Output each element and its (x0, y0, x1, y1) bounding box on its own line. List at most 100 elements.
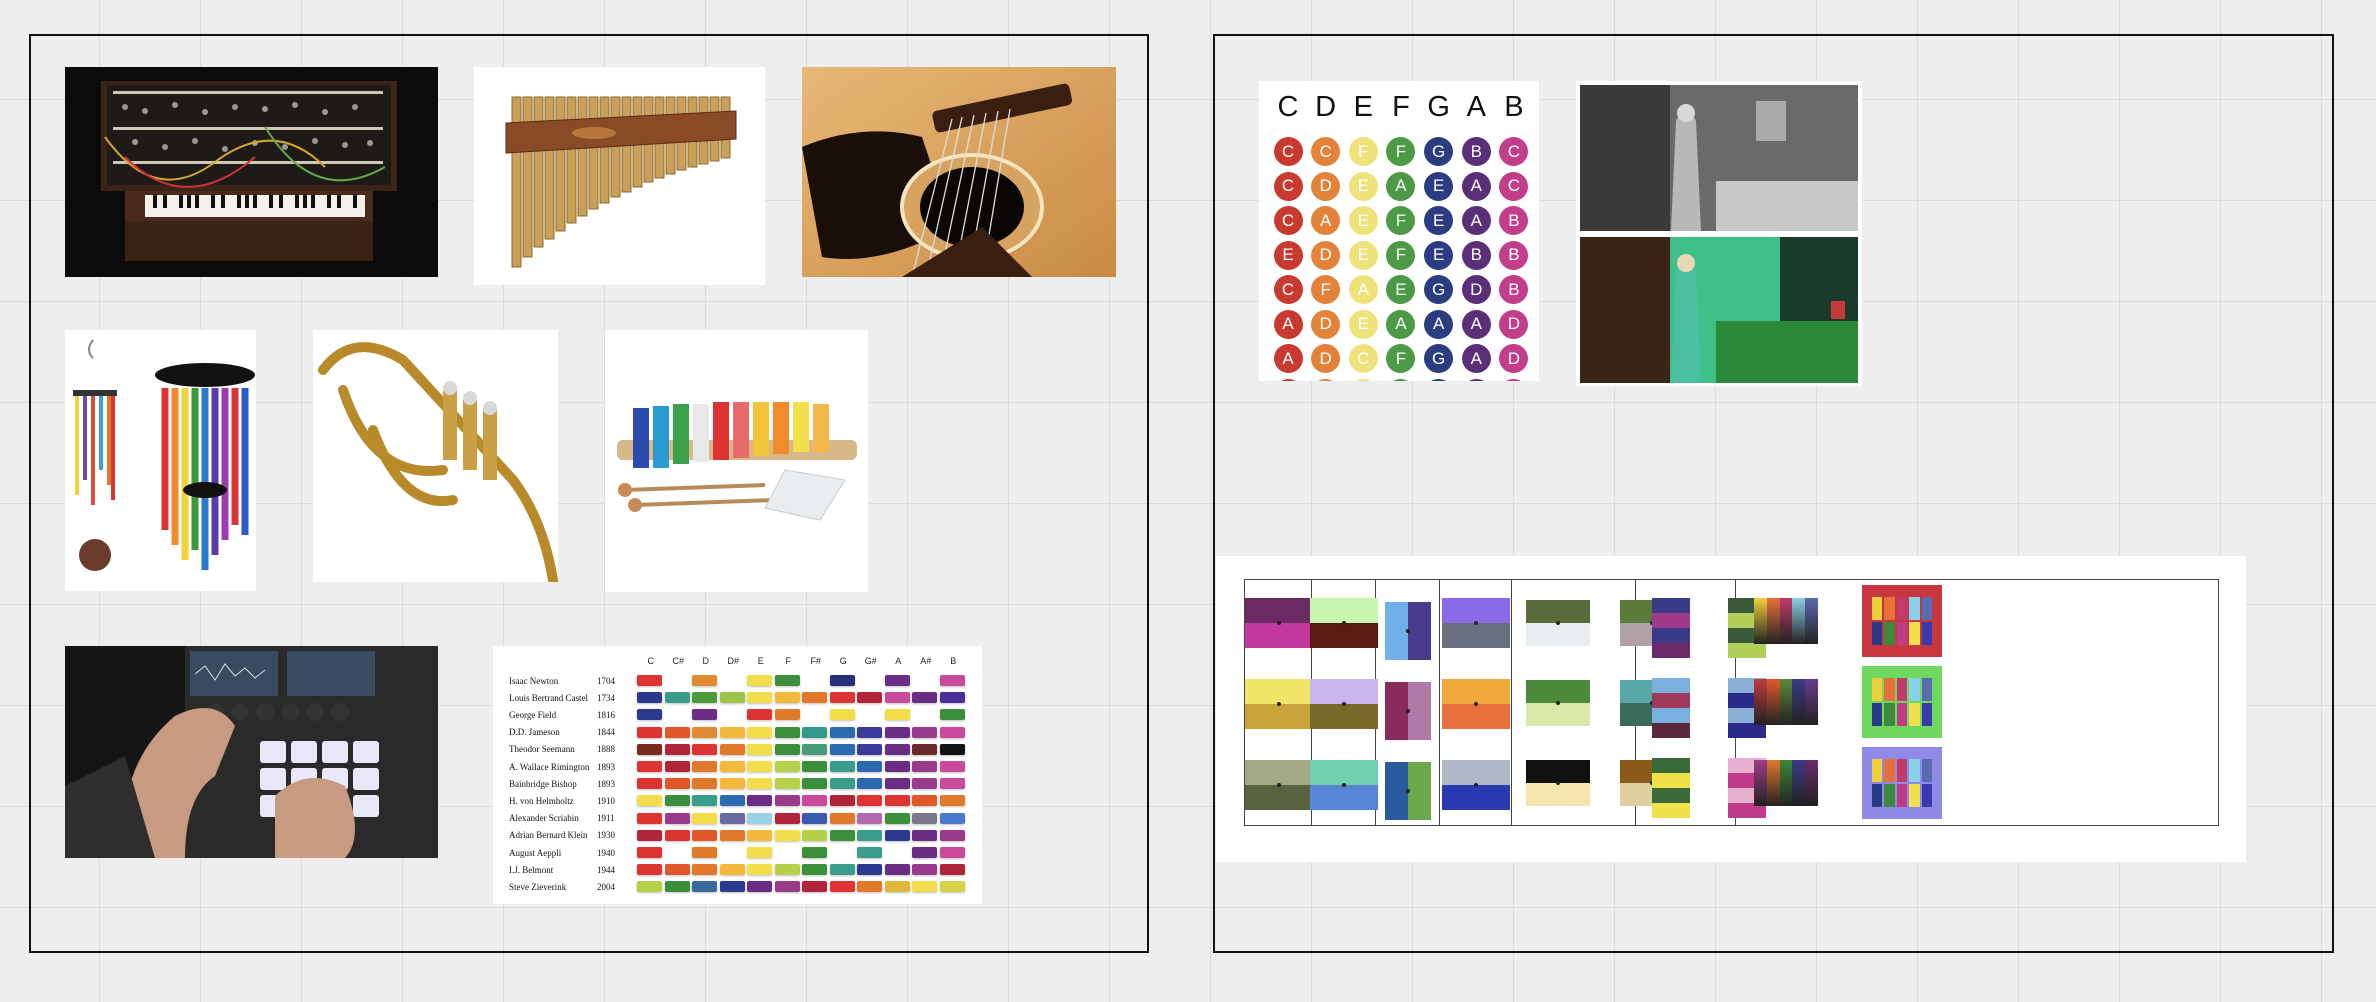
color-swatch (1652, 598, 1690, 658)
xylophone-image[interactable] (605, 330, 868, 592)
table-row: Bainbridge Bishop 1893 (509, 775, 967, 792)
color-cell (802, 881, 827, 893)
color-cell (774, 692, 800, 704)
note-color-chart[interactable]: CDEFGAB CCFFGBCCDEAEACCAEFEABEDEFEBBCFAE… (1259, 81, 1539, 381)
note-dot: B (1499, 275, 1529, 304)
column-header: D# (727, 656, 739, 666)
color-block (1862, 585, 1942, 657)
color-cell (857, 881, 882, 893)
color-cell (692, 709, 717, 721)
color-cell (720, 709, 745, 720)
color-cell (719, 761, 745, 772)
column-header: C (647, 656, 655, 666)
color-cell (637, 829, 662, 841)
note-dot: C (1273, 275, 1303, 304)
color-cell (939, 761, 965, 772)
color-cell (829, 881, 855, 893)
note-letter: F (1392, 91, 1410, 123)
color-swatch (1385, 762, 1431, 820)
color-swatch (1526, 680, 1590, 726)
note-dot: C (1273, 378, 1303, 381)
pan-flute-image[interactable] (474, 67, 765, 285)
color-cell (664, 726, 690, 738)
color-cell (857, 692, 882, 704)
color-cell (719, 864, 745, 876)
color-cell (720, 675, 745, 686)
note-dot: C (1273, 206, 1303, 235)
table-row: August Aeppli 1940 (509, 844, 967, 861)
color-cell (747, 692, 772, 704)
color-cell (829, 864, 855, 876)
trumpet-image[interactable] (313, 330, 558, 582)
color-cell (939, 726, 965, 738)
color-cell (912, 829, 937, 841)
row-year: 1704 (597, 675, 615, 686)
row-name: August Aeppli (509, 847, 562, 858)
color-cell (692, 675, 717, 686)
color-swatch (1652, 758, 1690, 818)
color-cell (637, 675, 662, 686)
color-cell (719, 829, 745, 841)
row-name: Theodor Seemann (509, 744, 575, 755)
color-cell (802, 692, 827, 704)
note-dot: E (1424, 378, 1454, 381)
color-cell (637, 726, 662, 738)
note-dot: B (1499, 206, 1529, 235)
color-cell (857, 812, 882, 824)
color-swatch (1245, 760, 1313, 810)
row-name: George Field (509, 709, 557, 720)
color-swatch (1442, 760, 1510, 810)
color-cell (747, 743, 772, 755)
color-cell (774, 778, 800, 790)
note-dot: A (1424, 309, 1454, 339)
table-row: A. Wallace Rimington 1893 (509, 758, 967, 775)
color-cell (747, 709, 772, 721)
color-cell (829, 761, 855, 772)
color-block (1862, 666, 1942, 738)
note-dot: G (1424, 275, 1454, 304)
wind-chimes-image[interactable] (65, 330, 256, 591)
color-cell (637, 709, 662, 721)
color-cell (857, 726, 882, 738)
color-cell (802, 761, 827, 772)
color-cell (829, 795, 855, 807)
palette-group (1244, 579, 1313, 826)
note-dot: D (1311, 240, 1341, 270)
color-cell (665, 709, 690, 720)
color-cell (747, 675, 772, 686)
color-cell (830, 847, 855, 858)
color-cell (747, 726, 772, 738)
color-cell (857, 829, 882, 841)
color-cell (884, 743, 910, 755)
note-dot: D (1499, 309, 1529, 339)
color-cell (774, 812, 800, 824)
color-cell (912, 881, 937, 893)
color-cell (802, 812, 827, 824)
row-name: Bainbridge Bishop (509, 778, 577, 789)
row-name: Steve Zieverink (509, 881, 567, 892)
color-cell (884, 864, 910, 876)
color-swatch (1245, 598, 1313, 648)
color-cell (774, 709, 800, 721)
color-cell (939, 675, 965, 686)
note-dot: D (1499, 344, 1529, 373)
palette-board[interactable] (1216, 556, 2246, 862)
film-still-comparison-image[interactable] (1576, 81, 1862, 386)
synthesizer-image[interactable] (65, 67, 438, 277)
color-swatch (1310, 598, 1378, 648)
palette-group (1736, 579, 2219, 826)
note-dot: E (1499, 378, 1529, 381)
guitar-image[interactable] (802, 67, 1116, 277)
color-cell (637, 743, 662, 755)
table-row: D.D. Jameson 1844 (509, 724, 967, 741)
gradient-swatch (1754, 598, 1818, 644)
row-name: D.D. Jameson (509, 727, 560, 738)
row-year: 1910 (597, 795, 615, 806)
color-swatch (1526, 600, 1590, 646)
note-dot: G (1424, 344, 1454, 373)
color-cell (884, 675, 910, 686)
row-name: H. von Helmholtz (509, 795, 574, 806)
pad-controller-image[interactable] (65, 646, 438, 858)
synesthesia-table[interactable]: C C# D D# E F F# G G# A A# B Isaac Newton 1704 Louis … (493, 646, 982, 904)
color-cell (857, 675, 882, 686)
